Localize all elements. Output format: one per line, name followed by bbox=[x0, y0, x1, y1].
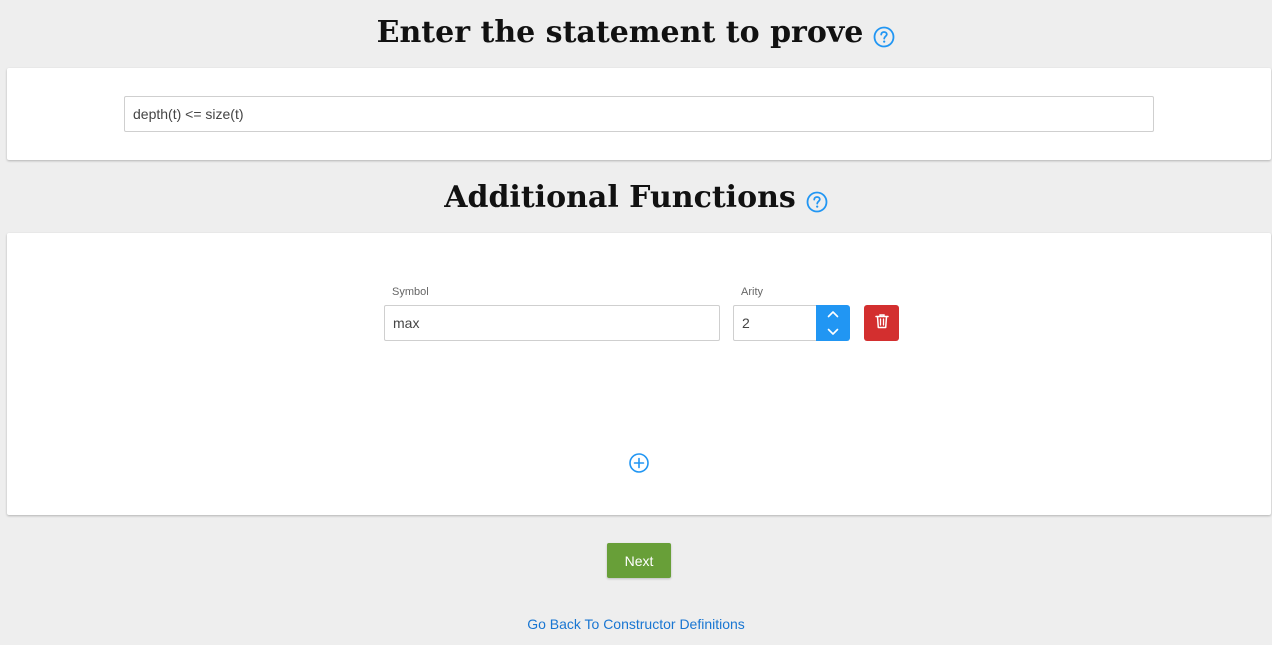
arity-stepper[interactable] bbox=[816, 305, 850, 341]
question-circle-icon[interactable] bbox=[806, 186, 828, 213]
symbol-input-value: max bbox=[393, 315, 420, 331]
statement-card: depth(t) <= size(t) bbox=[7, 68, 1271, 160]
chevron-down-icon[interactable] bbox=[827, 328, 839, 336]
symbol-input[interactable]: max bbox=[384, 305, 720, 341]
chevron-up-icon[interactable] bbox=[827, 310, 839, 318]
functions-title: Additional Functions bbox=[444, 179, 796, 215]
symbol-label: Symbol bbox=[392, 286, 429, 298]
next-button[interactable]: Next bbox=[607, 543, 671, 578]
statement-input[interactable]: depth(t) <= size(t) bbox=[124, 96, 1154, 132]
back-to-constructor-definitions-link[interactable]: Go Back To Constructor Definitions bbox=[0, 616, 1272, 632]
functions-heading: Additional Functions bbox=[0, 177, 1272, 217]
arity-input-value: 2 bbox=[742, 315, 750, 331]
arity-label: Arity bbox=[741, 286, 763, 298]
statement-heading: Enter the statement to prove bbox=[0, 12, 1272, 52]
trash-icon bbox=[874, 313, 889, 334]
arity-input[interactable]: 2 bbox=[733, 305, 817, 341]
statement-title: Enter the statement to prove bbox=[376, 14, 864, 50]
statement-input-value: depth(t) <= size(t) bbox=[133, 106, 244, 122]
functions-card: Symbol max Arity 2 bbox=[7, 233, 1271, 515]
question-circle-icon[interactable] bbox=[873, 21, 895, 48]
delete-function-button[interactable] bbox=[864, 305, 899, 341]
plus-circle-icon[interactable] bbox=[628, 452, 650, 474]
